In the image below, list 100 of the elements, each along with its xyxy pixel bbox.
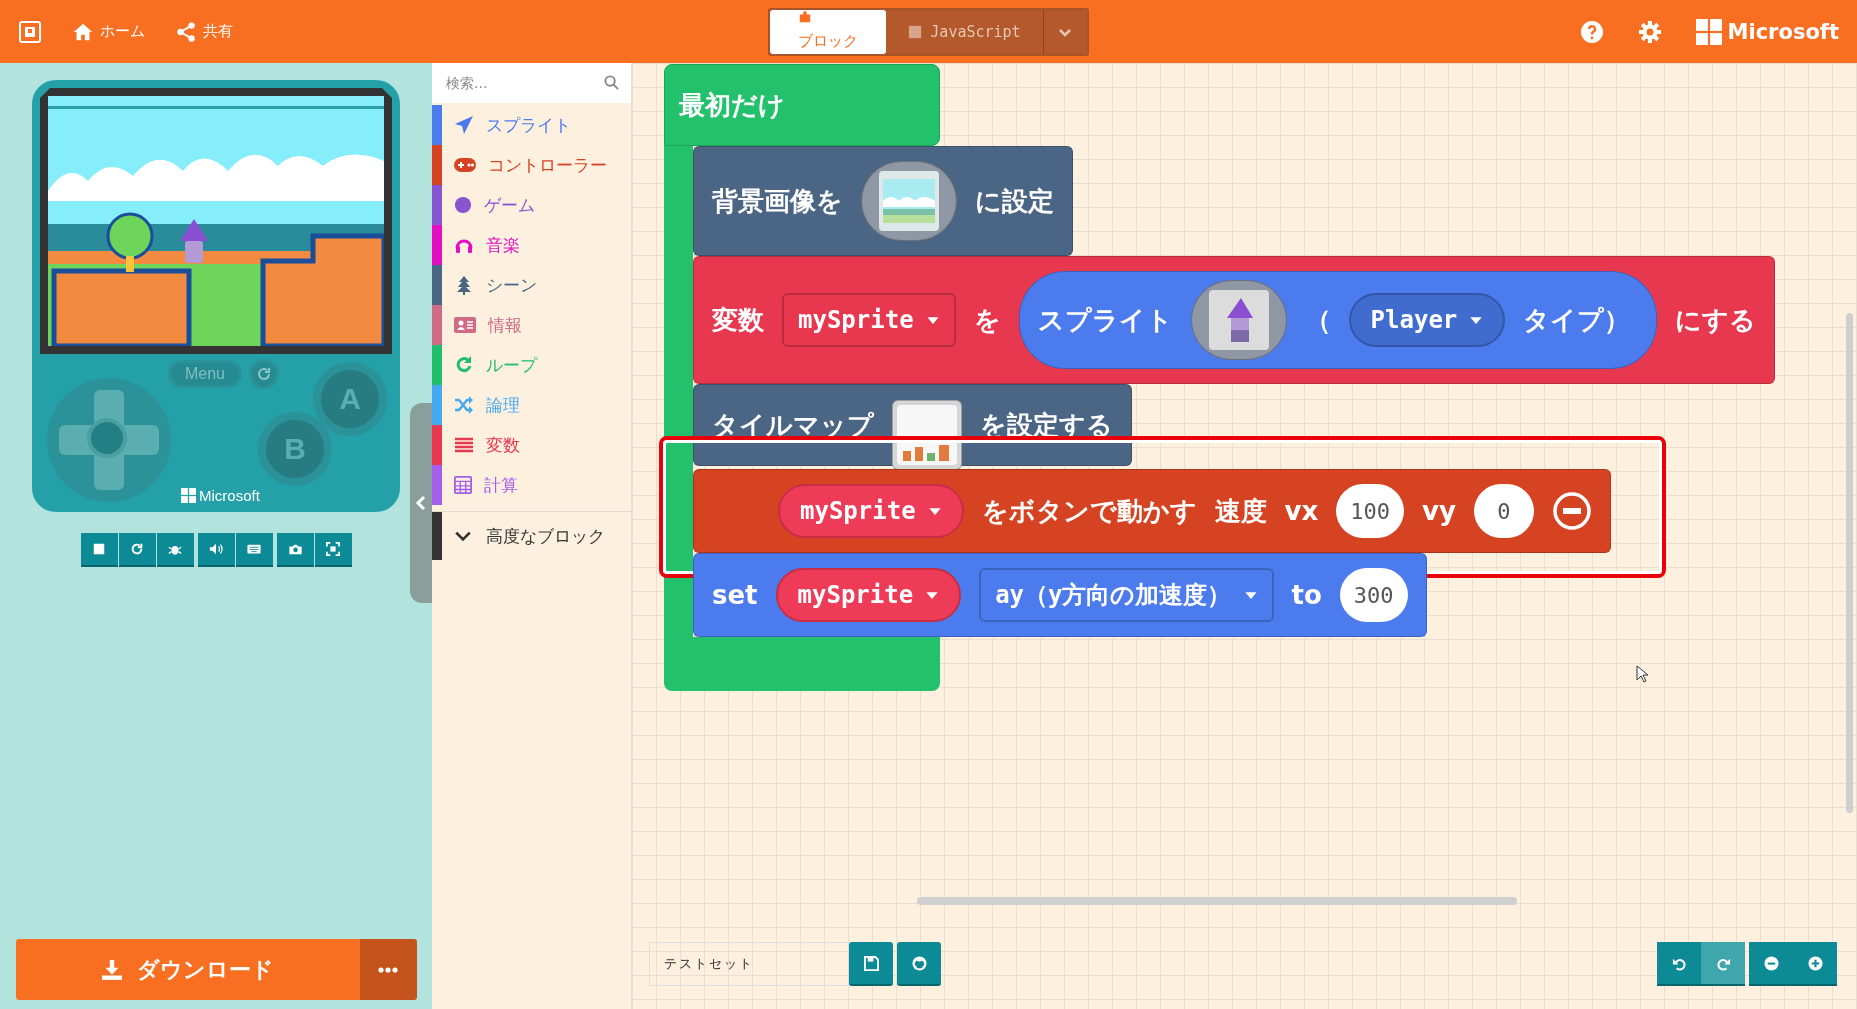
home-link[interactable]: ホーム <box>72 20 145 43</box>
github-button[interactable] <box>897 942 941 986</box>
dropdown-field[interactable]: ay（y方向の加速度） <box>979 568 1274 622</box>
undo-button[interactable] <box>1657 942 1701 986</box>
restart-icon <box>256 366 272 382</box>
fullscreen-button[interactable] <box>314 533 352 567</box>
block-label: 速度 <box>1214 494 1267 528</box>
stop-button[interactable] <box>80 533 118 567</box>
share-icon <box>175 20 197 43</box>
download-icon <box>101 958 123 981</box>
block-label: （ <box>1304 303 1331 337</box>
category-item[interactable]: ゲーム <box>432 185 631 225</box>
event-block[interactable]: 最初だけ <box>664 64 940 146</box>
zoom-out-button[interactable] <box>1749 942 1793 986</box>
dropdown-field[interactable]: mySprite <box>782 293 956 347</box>
github-icon <box>911 955 927 971</box>
mute-button[interactable] <box>197 533 235 567</box>
fullscreen-icon <box>326 542 340 556</box>
blocks-tab[interactable]: ブロック <box>770 9 887 54</box>
gamepad-icon <box>454 158 476 172</box>
category-item[interactable]: 論理 <box>432 385 631 425</box>
share-link[interactable]: 共有 <box>175 20 233 43</box>
block-label: 変数 <box>712 303 764 337</box>
code-block[interactable]: 背景画像を に設定 <box>693 146 1073 256</box>
block-label: vy <box>1422 496 1456 526</box>
block-label: にする <box>1675 303 1757 337</box>
collapse-handle[interactable] <box>410 403 432 603</box>
zoom-in-button[interactable] <box>1793 942 1837 986</box>
advanced-blocks-item[interactable]: 高度なブロック <box>432 511 631 560</box>
camera-icon <box>287 542 303 556</box>
circle-icon <box>454 196 472 214</box>
stop-icon <box>92 542 106 556</box>
caret-icon <box>927 506 942 516</box>
category-item[interactable]: ループ <box>432 345 631 385</box>
keyboard-icon <box>246 542 262 556</box>
chevron-left-icon <box>415 495 427 511</box>
block-label: vx <box>1284 496 1319 526</box>
refresh-arrow-icon <box>454 355 474 375</box>
code-block[interactable]: mySprite をボタンで動かす 速度 vx 100 vy 0 <box>693 469 1611 553</box>
restart-icon <box>130 542 144 556</box>
speaker-icon <box>209 542 223 556</box>
save-button[interactable] <box>849 942 893 986</box>
caret-icon <box>1469 315 1484 325</box>
block-label: スプライト <box>1037 303 1173 337</box>
category-item[interactable]: 音楽 <box>432 225 631 265</box>
block-label: タイルマップ <box>712 408 874 442</box>
block-label: タイプ） <box>1523 303 1631 337</box>
category-item[interactable]: 情報 <box>432 305 631 345</box>
category-item[interactable]: スプライト <box>432 105 631 145</box>
screenshot-button[interactable] <box>276 533 314 567</box>
keyboard-button[interactable] <box>235 533 273 567</box>
download-button[interactable]: ダウンロード <box>15 939 360 1000</box>
brand-name: Microsoft <box>1727 19 1839 44</box>
code-block[interactable]: 変数 mySprite を スプライト （ Player タイプ） にする <box>693 256 1776 384</box>
number-field[interactable]: 0 <box>1473 484 1534 538</box>
more-icon <box>378 966 398 973</box>
windows-logo-icon <box>1695 18 1722 45</box>
scrollbar[interactable] <box>1846 313 1853 813</box>
sprite-block[interactable]: スプライト （ Player タイプ） <box>1018 271 1658 369</box>
block-label: を <box>973 303 1001 337</box>
variable-dropdown[interactable]: mySprite <box>778 484 964 538</box>
category-item[interactable]: 変数 <box>432 425 631 465</box>
category-item[interactable]: コントローラー <box>432 145 631 185</box>
paper-plane-icon <box>454 115 474 135</box>
zoom-in-icon <box>1807 955 1823 971</box>
block-label: に設定 <box>975 184 1054 218</box>
block-label: をボタンで動かす <box>981 494 1197 528</box>
kind-dropdown[interactable]: Player <box>1348 293 1506 347</box>
zoom-out-icon <box>1763 955 1779 971</box>
list-lines-icon <box>454 435 474 455</box>
block-label: set <box>712 580 758 610</box>
cursor-icon <box>1636 665 1648 683</box>
puzzle-icon <box>798 9 813 24</box>
block-label: 最初だけ <box>679 88 785 122</box>
windows-logo-icon <box>181 488 196 503</box>
remove-icon[interactable] <box>1551 491 1592 531</box>
scrollbar[interactable] <box>917 897 1517 905</box>
block-label: 背景画像を <box>712 184 843 218</box>
caret-icon <box>925 315 940 325</box>
category-item[interactable]: 計算 <box>432 465 631 505</box>
logo-icon[interactable] <box>18 19 42 44</box>
block-label: to <box>1291 580 1322 610</box>
number-field[interactable]: 100 <box>1336 484 1405 538</box>
restart-button[interactable] <box>118 533 156 567</box>
help-icon[interactable] <box>1579 19 1604 44</box>
category-item[interactable]: シーン <box>432 265 631 305</box>
caret-icon <box>925 590 940 600</box>
calculator-icon <box>454 476 472 494</box>
shuffle-icon <box>454 395 474 415</box>
debug-button[interactable] <box>156 533 194 567</box>
menu-button[interactable]: Menu <box>168 360 242 388</box>
code-block[interactable]: set mySprite ay（y方向の加速度） to 300 <box>693 553 1427 637</box>
settings-icon[interactable] <box>1637 19 1662 44</box>
restart-button[interactable] <box>249 359 279 389</box>
search-field[interactable]: 検索... <box>432 63 631 103</box>
javascript-tab[interactable]: JavaScript <box>886 9 1043 54</box>
search-icon <box>604 75 619 90</box>
variable-dropdown[interactable]: mySprite <box>775 568 962 622</box>
project-name-field[interactable]: テストセット <box>649 942 849 986</box>
number-field[interactable]: 300 <box>1339 568 1408 622</box>
